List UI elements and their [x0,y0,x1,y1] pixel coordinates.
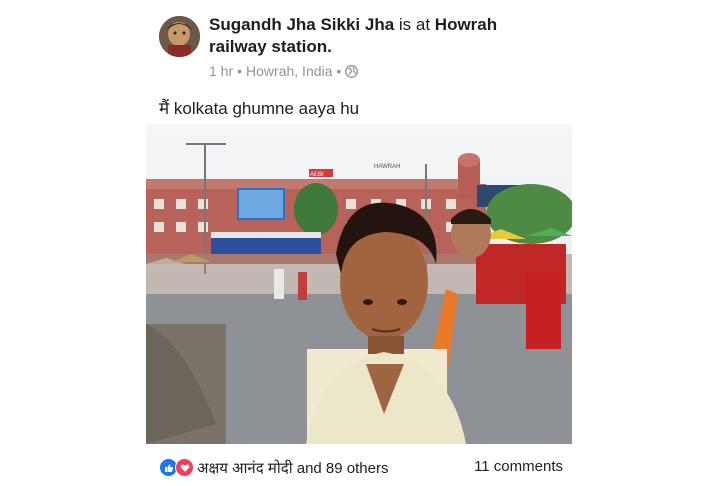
red-sign: AEBI [310,172,324,178]
post-headline: Sugandh Jha Sikki Jha is at Howrah railw… [209,14,569,58]
author-avatar[interactable] [159,16,200,57]
globe-icon[interactable] [345,64,359,78]
author-name[interactable]: Sugandh Jha Sikki Jha [209,15,394,34]
post-time[interactable]: 1 hr [209,63,233,79]
post-caption: मैं kolkata ghumne aaya hu [159,99,360,118]
meta-separator: • [336,63,342,79]
love-icon[interactable] [175,458,194,477]
place-name-line2[interactable]: railway station. [209,37,332,56]
post-footer: अक्षय आनंद मोदी and 89 others 11 comment… [159,456,563,478]
headline-connector: is at [394,15,435,34]
post-location[interactable]: Howrah, India [246,63,332,79]
place-name-line1[interactable]: Howrah [435,15,497,34]
post-meta: 1 hr • Howrah, India • [209,63,359,79]
station-sign: HAWRAH [374,164,400,170]
reaction-icons[interactable] [159,458,194,477]
post-header: Sugandh Jha Sikki Jha is at Howrah railw… [209,14,569,58]
likes-summary[interactable]: अक्षय आनंद मोदी and 89 others [197,458,388,478]
post-photo[interactable]: HAWRAH AEBI [146,124,572,444]
meta-separator: • [237,63,243,79]
comments-count[interactable]: 11 comments [474,458,563,475]
